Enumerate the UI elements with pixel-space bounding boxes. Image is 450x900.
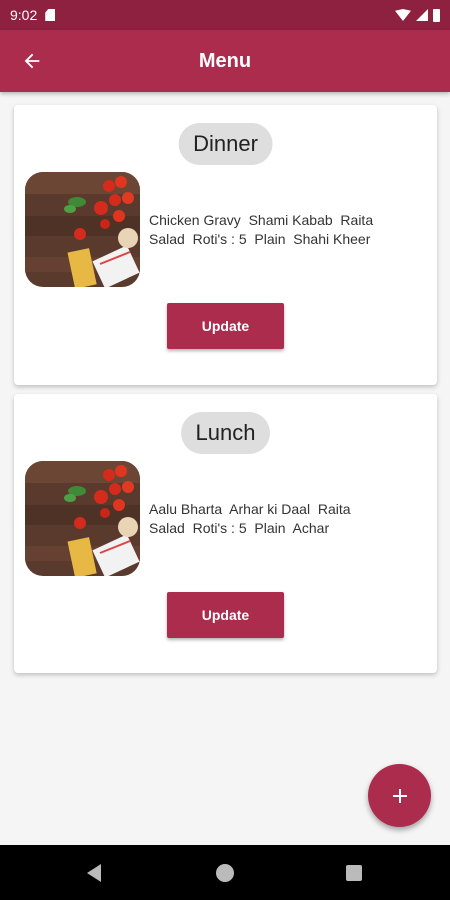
status-time: 9:02	[10, 7, 38, 23]
arrow-back-icon	[24, 53, 40, 69]
system-nav-bar	[0, 845, 450, 900]
page-title: Menu	[198, 49, 252, 72]
food-image	[25, 461, 140, 576]
status-bar: 9:02	[0, 0, 450, 30]
nav-home-icon[interactable]	[216, 864, 234, 882]
status-icons	[395, 8, 440, 22]
app-bar: Menu	[0, 30, 450, 92]
plus-icon	[392, 788, 407, 803]
menu-items-text: Chicken Gravy Shami Kabab Raita Salad Ro…	[149, 212, 374, 247]
back-button[interactable]	[14, 43, 50, 79]
meal-card-lunch: Lunch Aalu Bharta Arhar ki Daal Raita Sa…	[14, 394, 437, 673]
sd-card-icon	[45, 9, 56, 21]
food-image	[25, 172, 140, 287]
wifi-icon	[395, 9, 411, 21]
update-button[interactable]: Update	[167, 592, 284, 638]
meal-card-dinner: Dinner Chicken Gravy Shami Kabab Raita S…	[14, 105, 437, 385]
nav-recents-icon[interactable]	[346, 865, 362, 881]
battery-icon	[433, 8, 440, 22]
meal-title-pill: Dinner	[178, 123, 273, 165]
nav-back-icon[interactable]	[87, 864, 101, 882]
update-button[interactable]: Update	[167, 303, 284, 349]
add-menu-button[interactable]	[368, 764, 431, 827]
meal-title-pill: Lunch	[180, 412, 271, 454]
signal-icon	[416, 9, 428, 21]
menu-items-text: Aalu Bharta Arhar ki Daal Raita Salad Ro…	[149, 501, 351, 536]
